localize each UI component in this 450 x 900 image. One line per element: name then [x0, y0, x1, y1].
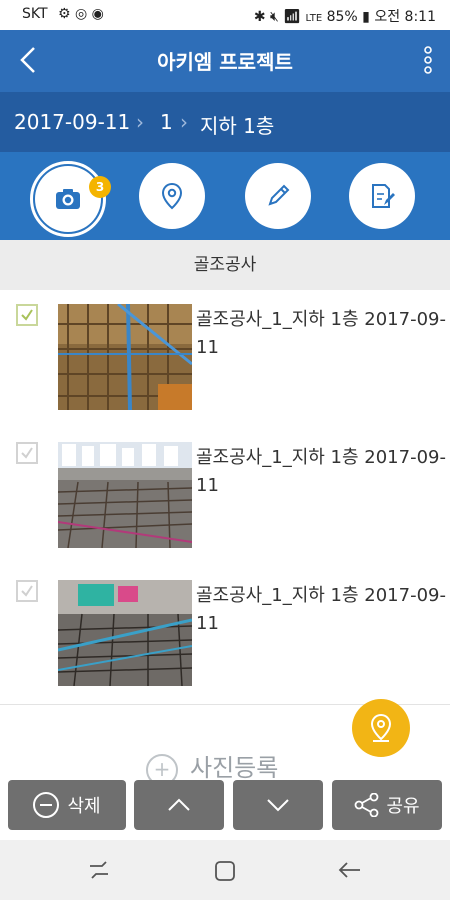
photo-checkbox[interactable]	[16, 580, 38, 602]
system-nav-bar	[0, 840, 450, 900]
location-pin-icon	[161, 182, 183, 210]
move-down-button[interactable]	[233, 780, 323, 830]
chevron-down-icon	[267, 799, 289, 812]
photo-list-item[interactable]: 골조공사_1_지하 1층 2017-09-11	[0, 428, 450, 567]
add-photo-label: 사진등록	[190, 754, 279, 782]
photo-list-item[interactable]: 골조공사_1_지하 1층 2017-09-11	[0, 566, 450, 705]
camera-button[interactable]: 3	[35, 166, 111, 232]
network-label: LTE	[305, 13, 323, 24]
mute-icon: 🔇︎	[270, 9, 279, 25]
check-icon	[21, 309, 33, 321]
home-icon[interactable]	[214, 860, 236, 882]
battery-label: 85%	[326, 9, 358, 25]
pencil-icon	[268, 184, 290, 206]
photo-caption: 골조공사_1_지하 1층 2017-09-11	[196, 585, 446, 634]
photo-caption: 골조공사_1_지하 1층 2017-09-11	[196, 309, 446, 358]
check-icon	[21, 447, 33, 459]
status-right: ✱ 🔇︎ 📶︎ LTE 85% ▮ 오전 8:11	[254, 6, 436, 26]
battery-icon: ▮	[362, 9, 370, 25]
share-label: 공유	[386, 796, 420, 817]
document-edit-icon	[372, 184, 395, 208]
chevron-up-icon	[168, 798, 190, 811]
photo-thumbnail[interactable]	[58, 442, 192, 548]
pencil-button[interactable]	[245, 163, 311, 229]
photo-thumbnail[interactable]	[58, 580, 192, 686]
breadcrumb-separator-icon: ›	[180, 110, 188, 134]
camera-icon	[56, 189, 80, 209]
delete-label: 삭제	[67, 796, 101, 817]
check-icon	[21, 585, 33, 597]
photo-checkbox[interactable]	[16, 442, 38, 464]
breadcrumb-building[interactable]: 1	[160, 110, 173, 134]
location-pin-icon	[370, 713, 392, 742]
app-title-bar: 아키엠 프로젝트	[0, 30, 450, 92]
document-edit-button[interactable]	[349, 163, 415, 229]
back-icon[interactable]	[338, 860, 362, 880]
location-button[interactable]	[139, 163, 205, 229]
status-icons-left: ⚙ ◎ ◉	[58, 6, 104, 22]
minus-circle-icon	[33, 792, 60, 818]
photo-list-item[interactable]: 골조공사_1_지하 1층 2017-09-11	[0, 290, 450, 429]
move-up-button[interactable]	[134, 780, 224, 830]
more-vert-icon[interactable]	[420, 44, 436, 76]
time-label: 오전 8:11	[374, 9, 436, 25]
breadcrumb-floor[interactable]: 지하 1층	[200, 110, 274, 139]
breadcrumb: 2017-09-11 › 1 › 지하 1층	[0, 92, 450, 152]
status-left: SKT ⚙ ◎ ◉	[22, 6, 104, 22]
carrier-label: SKT	[22, 6, 48, 22]
share-icon	[355, 793, 379, 817]
status-bar: SKT ⚙ ◎ ◉ ✱ 🔇︎ 📶︎ LTE 85% ▮ 오전 8:11	[0, 0, 450, 30]
photo-caption: 골조공사_1_지하 1층 2017-09-11	[196, 447, 446, 496]
bluetooth-icon: ✱	[253, 9, 266, 25]
share-button[interactable]: 공유	[332, 780, 442, 830]
section-header: 골조공사	[0, 240, 450, 290]
page-title: 아키엠 프로젝트	[157, 50, 293, 74]
recent-apps-icon[interactable]	[86, 860, 112, 880]
wifi-icon: 📶︎	[283, 9, 302, 25]
photo-checkbox[interactable]	[16, 304, 38, 326]
breadcrumb-date[interactable]: 2017-09-11	[14, 110, 130, 134]
location-fab[interactable]	[352, 699, 410, 757]
camera-count-badge: 3	[89, 176, 111, 198]
delete-button[interactable]: 삭제	[8, 780, 126, 830]
breadcrumb-separator-icon: ›	[136, 110, 144, 134]
photo-thumbnail[interactable]	[58, 304, 192, 410]
